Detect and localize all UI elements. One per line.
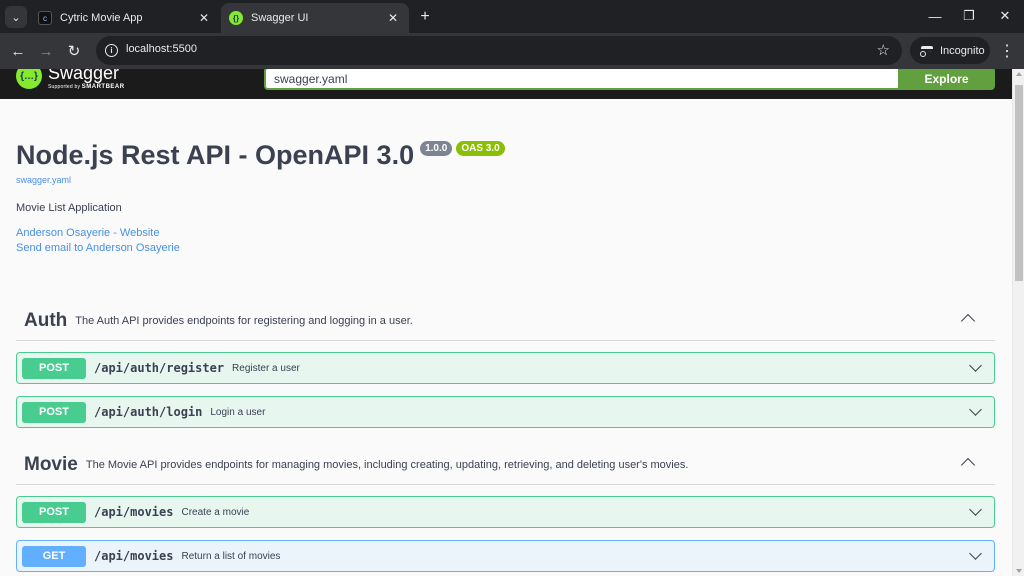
swagger-logo[interactable]: {…} Swagger Supported by SMARTBEAR: [16, 69, 125, 90]
tag-description: The Movie API provides endpoints for man…: [85, 458, 689, 471]
tag-header[interactable]: Auth The Auth API provides endpoints for…: [16, 301, 995, 341]
forward-arrow-icon[interactable]: →: [34, 39, 58, 63]
chevron-down-icon[interactable]: [969, 359, 982, 372]
swagger-favicon-icon: {}: [229, 11, 243, 25]
tab-search-chevron-icon[interactable]: ⌄: [5, 6, 27, 28]
operation-path: /api/movies: [94, 505, 174, 519]
window-close-icon[interactable]: ✕: [990, 4, 1020, 28]
swagger-logo-name: Swagger: [48, 69, 120, 83]
chevron-down-icon[interactable]: [969, 547, 982, 560]
reload-icon[interactable]: ↻: [62, 39, 86, 63]
operation-summary: Login a user: [210, 406, 266, 418]
opblock-post-auth-register[interactable]: POST /api/auth/register Register a user: [16, 352, 995, 384]
browser-toolbar: ← → ↻ i localhost:5500 ☆ Incognito ⋮: [0, 33, 1024, 69]
operation-path: /api/movies: [94, 549, 174, 563]
chevron-down-icon[interactable]: [969, 403, 982, 416]
restore-icon[interactable]: ❐: [954, 4, 984, 28]
tab-title: Cytric Movie App: [60, 12, 143, 24]
tab-strip: ⌄ c Cytric Movie App ✕ {} Swagger UI ✕ +…: [0, 0, 1024, 33]
swagger-logo-icon: {…}: [16, 69, 42, 89]
method-badge: POST: [22, 401, 86, 423]
operation-summary: Register a user: [232, 362, 300, 374]
explore-button[interactable]: Explore: [898, 69, 995, 90]
chevron-up-icon[interactable]: [960, 313, 976, 329]
method-badge: POST: [22, 501, 86, 523]
address-url[interactable]: localhost:5500: [126, 43, 197, 55]
page-title: Node.js Rest API - OpenAPI 3.0: [16, 140, 415, 170]
incognito-icon: [920, 45, 934, 57]
swagger-topbar: {…} Swagger Supported by SMARTBEAR swagg…: [0, 69, 1012, 99]
tag-movie[interactable]: Movie The Movie API provides endpoints f…: [16, 445, 995, 485]
incognito-label: Incognito: [940, 44, 985, 57]
tag-name: Movie: [24, 453, 78, 475]
contact-email-link[interactable]: Send email to Anderson Osayerie: [16, 241, 996, 256]
close-icon[interactable]: ✕: [196, 10, 212, 26]
opblock-post-movies[interactable]: POST /api/movies Create a movie: [16, 496, 995, 528]
chevron-down-icon[interactable]: [969, 503, 982, 516]
tab-swagger-ui[interactable]: {} Swagger UI ✕: [221, 3, 409, 33]
spec-url-input[interactable]: swagger.yaml: [264, 69, 898, 90]
bookmark-star-icon[interactable]: ☆: [877, 41, 890, 59]
page-viewport: {…} Swagger Supported by SMARTBEAR swagg…: [0, 69, 1024, 576]
scroll-down-arrow-icon[interactable]: [1016, 569, 1022, 573]
cytric-favicon-icon: c: [38, 11, 52, 25]
spec-link[interactable]: swagger.yaml: [16, 175, 996, 185]
tab-cytric-movie-app[interactable]: c Cytric Movie App ✕: [30, 3, 220, 33]
oas-badge: OAS 3.0: [456, 141, 505, 156]
incognito-indicator[interactable]: Incognito: [910, 37, 990, 64]
scrollbar-thumb[interactable]: [1015, 85, 1023, 281]
method-badge: POST: [22, 357, 86, 379]
opblock-get-movies[interactable]: GET /api/movies Return a list of movies: [16, 540, 995, 572]
api-info: Node.js Rest API - OpenAPI 3.0 1.0.0 OAS…: [16, 139, 996, 256]
kebab-menu-icon[interactable]: ⋮: [996, 39, 1018, 63]
api-description: Movie List Application: [16, 202, 122, 214]
site-info-icon[interactable]: i: [105, 44, 118, 57]
address-bar[interactable]: i localhost:5500 ☆: [96, 36, 902, 65]
contact-website-link[interactable]: Anderson Osayerie - Website: [16, 226, 996, 241]
tab-title: Swagger UI: [251, 12, 309, 24]
scroll-up-arrow-icon[interactable]: [1016, 72, 1022, 76]
tag-name: Auth: [24, 309, 68, 331]
tag-auth[interactable]: Auth The Auth API provides endpoints for…: [16, 301, 995, 341]
close-icon[interactable]: ✕: [385, 10, 401, 26]
chevron-up-icon[interactable]: [960, 457, 976, 473]
minimize-icon[interactable]: —: [920, 4, 950, 28]
operation-path: /api/auth/login: [94, 405, 203, 419]
swagger-logo-sub: Supported by SMARTBEAR: [48, 84, 125, 90]
opblock-post-auth-login[interactable]: POST /api/auth/login Login a user: [16, 396, 995, 428]
back-arrow-icon[interactable]: ←: [6, 39, 30, 63]
vertical-scrollbar[interactable]: [1012, 69, 1024, 576]
tag-description: The Auth API provides endpoints for regi…: [75, 314, 413, 327]
version-badge: 1.0.0: [420, 141, 453, 156]
operation-path: /api/auth/register: [94, 361, 225, 375]
new-tab-plus-icon[interactable]: +: [415, 7, 435, 27]
tag-header[interactable]: Movie The Movie API provides endpoints f…: [16, 445, 995, 485]
operation-summary: Return a list of movies: [181, 550, 281, 562]
method-badge: GET: [22, 545, 86, 567]
operation-summary: Create a movie: [181, 506, 250, 518]
